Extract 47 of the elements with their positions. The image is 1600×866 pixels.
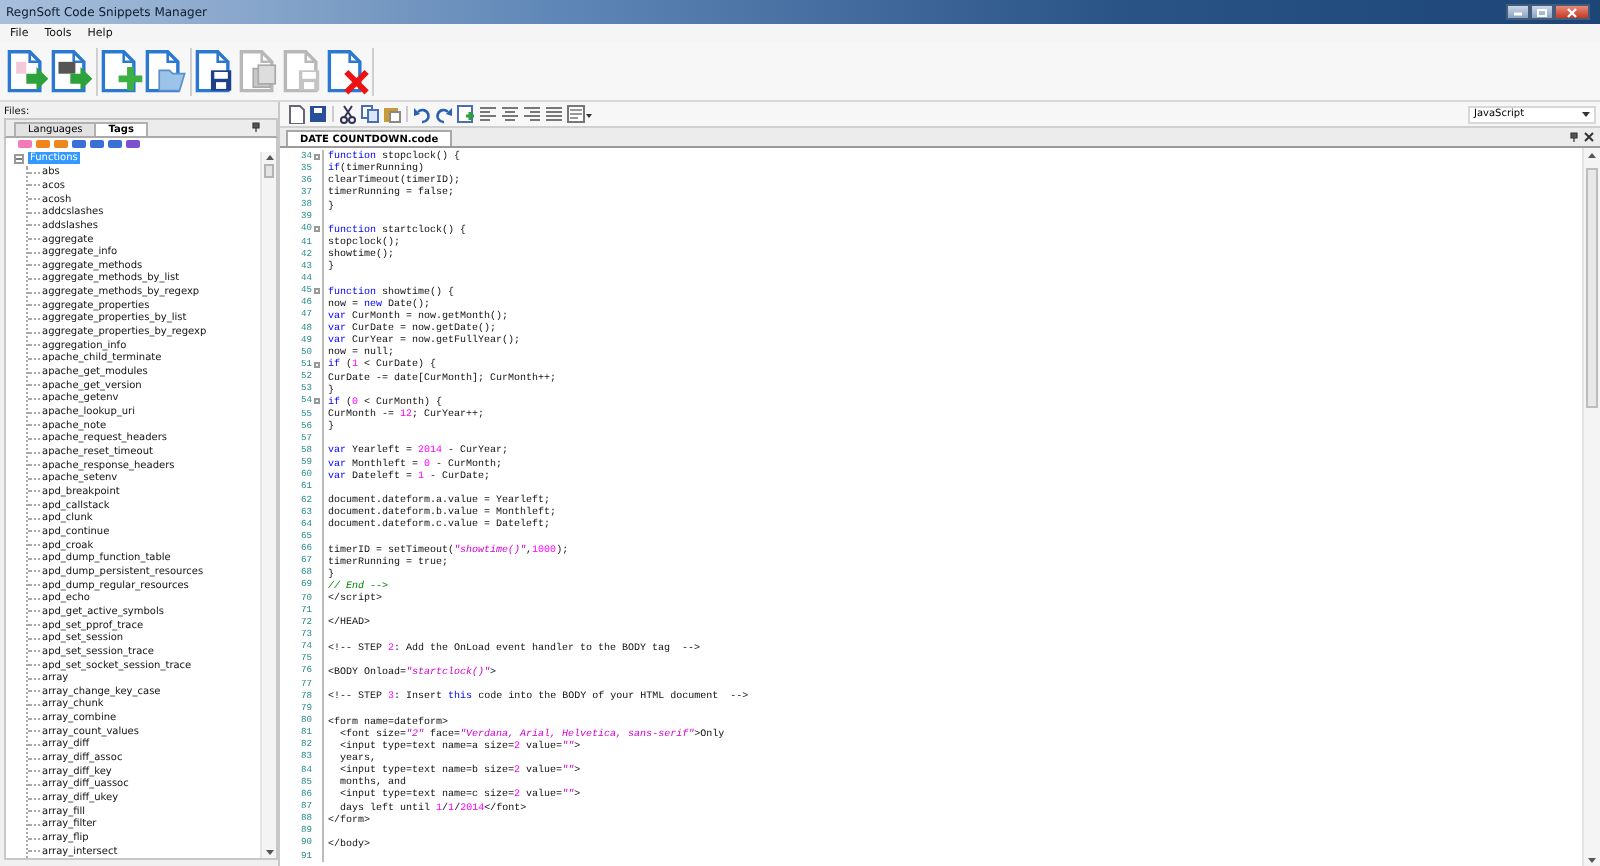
tag-icon[interactable]: [90, 140, 104, 149]
scrollbar[interactable]: [260, 151, 276, 859]
tag-icon[interactable]: [126, 140, 140, 149]
scroll-down-icon[interactable]: [265, 849, 273, 856]
maximize-icon: [1536, 7, 1548, 17]
scrollbar[interactable]: [1582, 148, 1600, 866]
fold-marker-icon[interactable]: [314, 361, 320, 368]
redo-button[interactable]: [434, 104, 454, 124]
import-toolbar-button[interactable]: [6, 45, 50, 97]
maximize-button[interactable]: [1530, 4, 1554, 20]
align-left-button[interactable]: [478, 104, 498, 124]
new-file-button[interactable]: [286, 104, 306, 124]
justify-button[interactable]: [544, 104, 564, 124]
delete-toolbar-button[interactable]: [326, 45, 370, 97]
fold-marker-icon[interactable]: [314, 398, 320, 405]
tag-icon[interactable]: [108, 140, 122, 149]
fold-marker-icon[interactable]: [314, 226, 320, 233]
scroll-thumb[interactable]: [264, 163, 274, 178]
undo-button[interactable]: [412, 104, 432, 124]
pin-icon[interactable]: [252, 122, 260, 133]
close-icon: [1566, 7, 1578, 17]
add-toolbar-button[interactable]: [100, 45, 144, 97]
scroll-thumb[interactable]: [1586, 168, 1598, 408]
tag-icon[interactable]: [36, 140, 50, 149]
tag-icon[interactable]: [18, 140, 32, 149]
tag-icon[interactable]: [72, 140, 86, 149]
tag-icon[interactable]: [54, 140, 68, 149]
format-dropdown-button[interactable]: [566, 104, 594, 124]
export-toolbar-button[interactable]: [50, 45, 94, 97]
cut-button[interactable]: [338, 104, 358, 124]
pin-icon[interactable]: [1570, 132, 1578, 142]
copy-button[interactable]: [360, 104, 380, 124]
scroll-down-icon[interactable]: [1588, 857, 1596, 863]
caret-icon: [1582, 111, 1590, 117]
minimize-button[interactable]: [1506, 4, 1530, 20]
collapse-icon[interactable]: [14, 153, 24, 164]
fold-marker-icon[interactable]: [314, 288, 320, 295]
fold-marker-icon[interactable]: [314, 153, 320, 160]
close-button[interactable]: [1554, 4, 1590, 20]
insert-button[interactable]: [456, 104, 476, 124]
save-button[interactable]: [308, 104, 328, 124]
close-icon[interactable]: [1584, 132, 1594, 142]
minimize-icon: [1512, 8, 1524, 16]
align-right-button[interactable]: [522, 104, 542, 124]
open-toolbar-button[interactable]: [144, 45, 188, 97]
paste-button[interactable]: [382, 104, 402, 124]
align-center-button[interactable]: [500, 104, 520, 124]
